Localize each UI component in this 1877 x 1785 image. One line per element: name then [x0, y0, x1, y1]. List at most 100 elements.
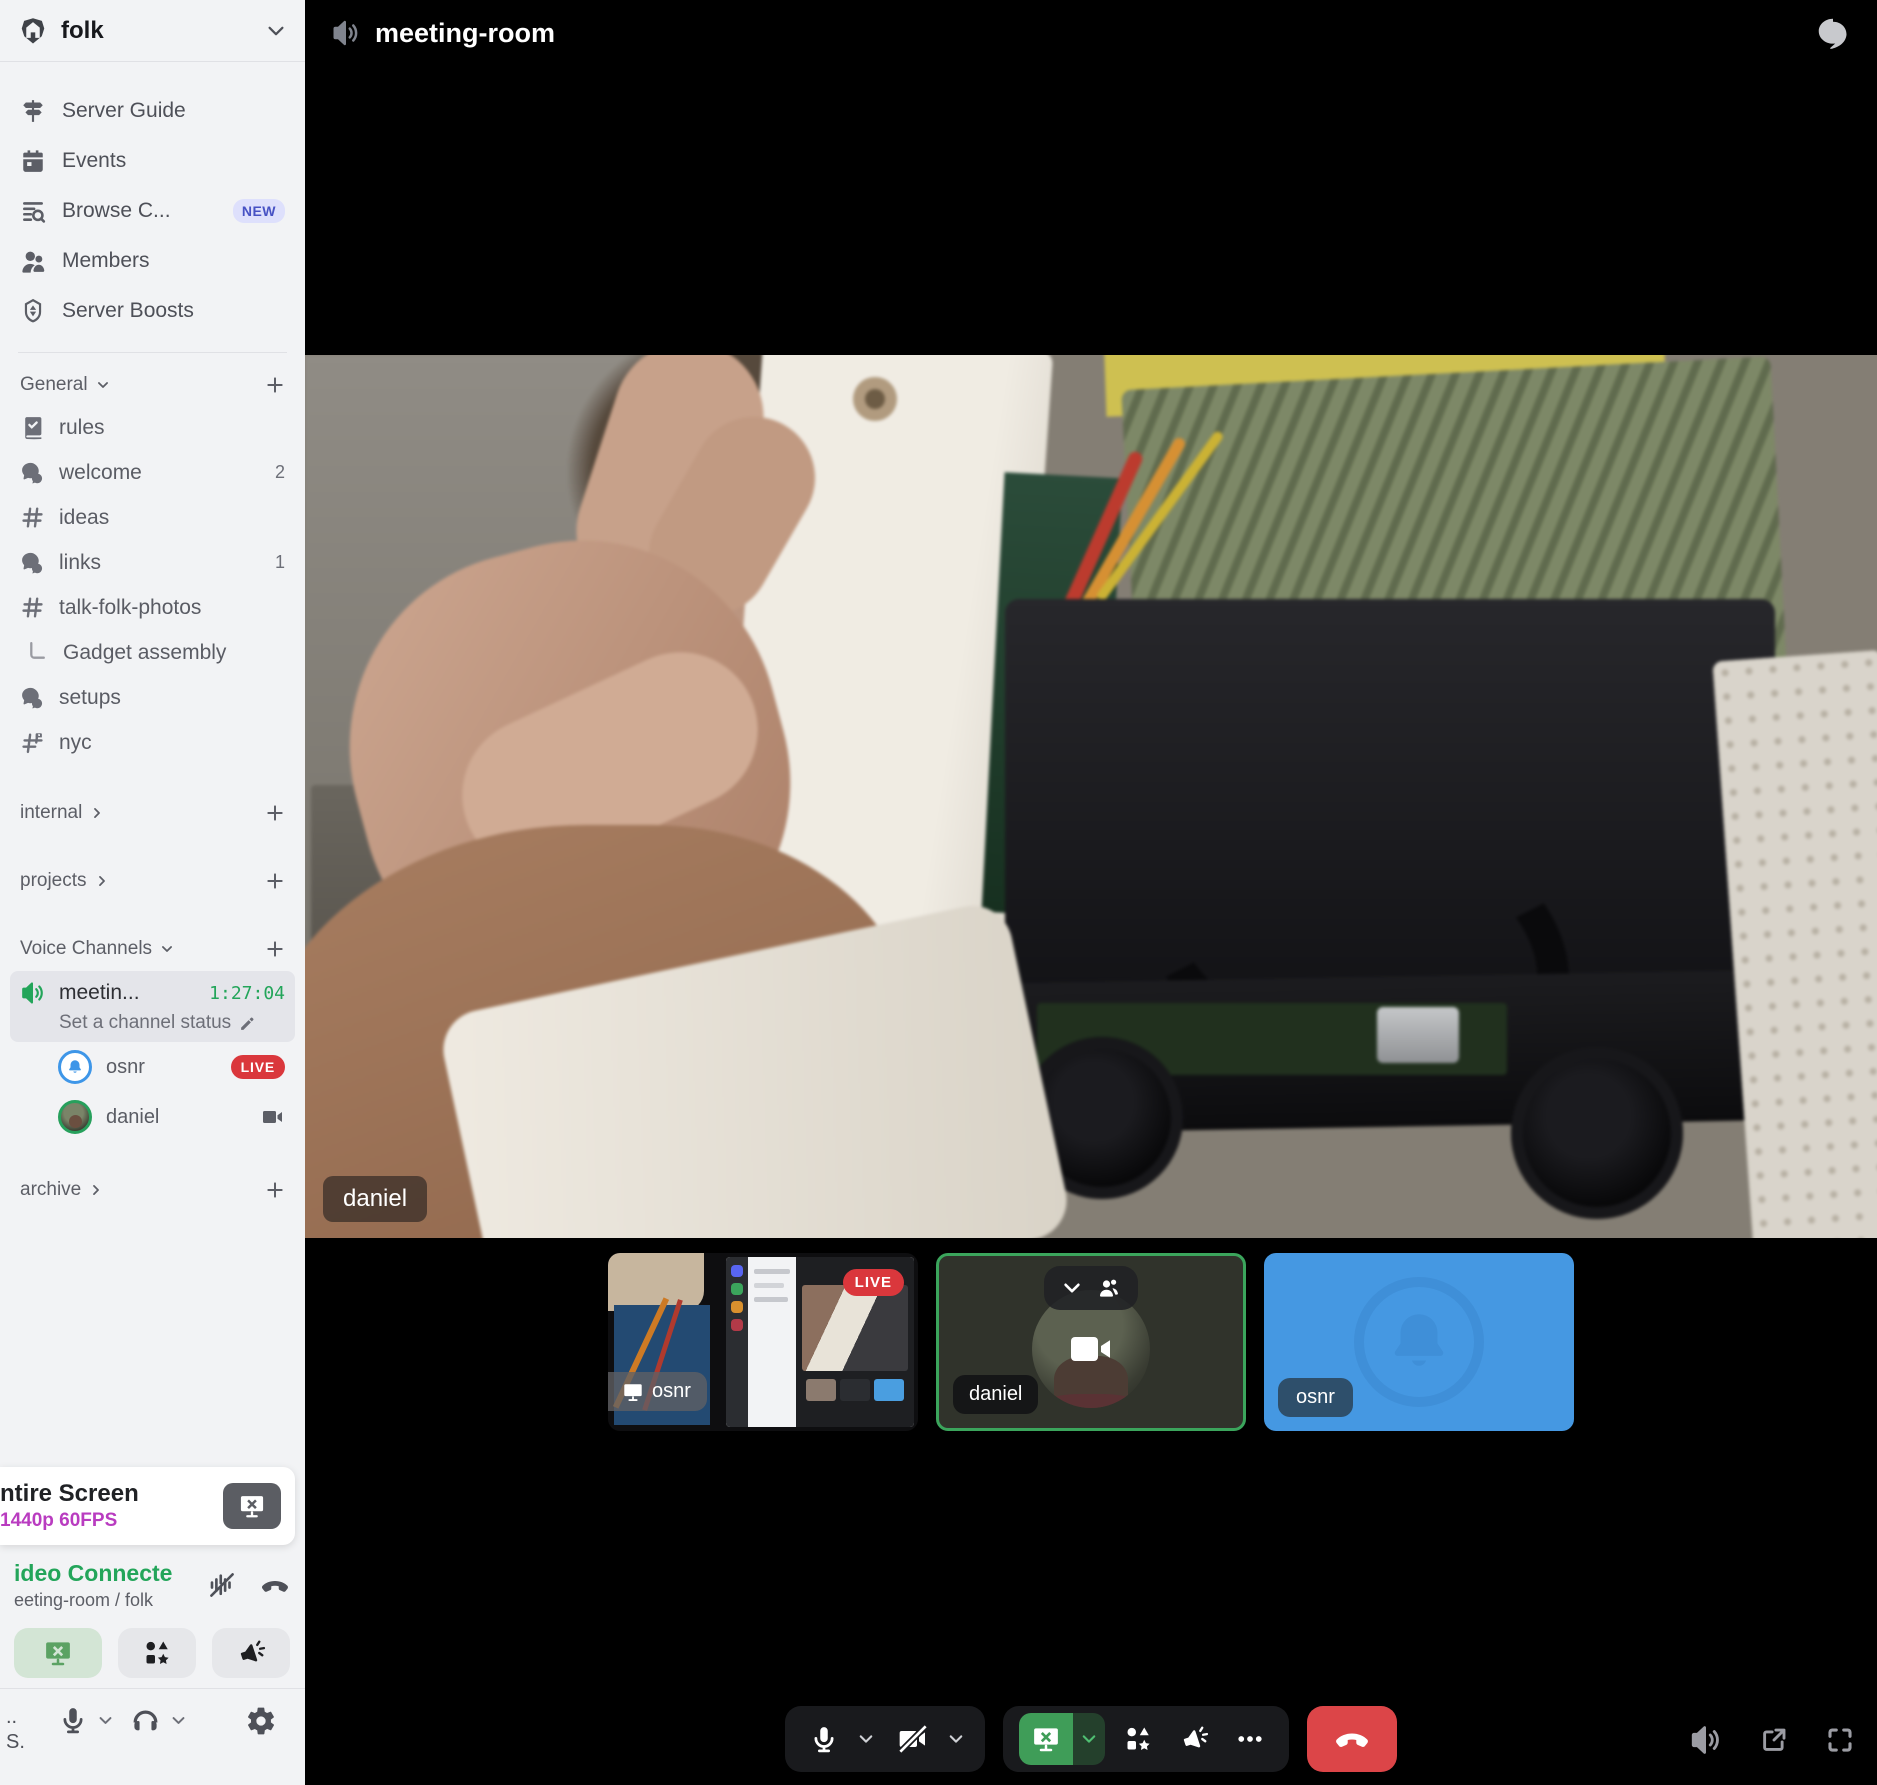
channel-name: nyc: [59, 731, 92, 755]
disconnect-phone-icon[interactable]: [259, 1569, 291, 1601]
participant-daniel[interactable]: daniel: [10, 1092, 295, 1142]
fullscreen-icon[interactable]: [1825, 1725, 1855, 1755]
section-header-general[interactable]: General: [10, 365, 295, 405]
main-video-daniel[interactable]: daniel: [305, 355, 1877, 1238]
channel-sidebar: folk Server Guide Events Browse C... NEW: [0, 0, 305, 1785]
divider: [18, 352, 287, 353]
avatar-detail: [1036, 1394, 1146, 1408]
voice-timer: 1:27:04: [209, 983, 285, 1004]
channel-count: 1: [275, 552, 285, 573]
tile-osnr-avatar[interactable]: osnr: [1264, 1253, 1574, 1431]
sidebar-item-members[interactable]: Members: [10, 236, 295, 286]
add-channel-icon[interactable]: [265, 939, 285, 959]
channel-links[interactable]: links 1: [10, 540, 295, 585]
sidebar-item-events[interactable]: Events: [10, 136, 295, 186]
voice-connection-status: ideo Connecte: [14, 1559, 172, 1589]
mute-control[interactable]: [58, 1705, 114, 1735]
add-channel-icon[interactable]: [265, 1180, 285, 1200]
voice-channel-meeting-room[interactable]: meetin... 1:27:04 Set a channel status: [10, 971, 295, 1042]
participant-osnr[interactable]: osnr LIVE: [10, 1042, 295, 1092]
tile-label: daniel: [953, 1375, 1038, 1414]
soundboard-button[interactable]: [212, 1628, 290, 1678]
stream-preview-card[interactable]: ntire Screen 1440p 60FPS: [0, 1467, 295, 1545]
camera-on-icon: [1067, 1325, 1115, 1373]
chevron-down-icon[interactable]: [1061, 1277, 1083, 1299]
chevron-down-icon[interactable]: [947, 1730, 969, 1748]
tile-osnr-screenshare[interactable]: LIVE osnr: [608, 1253, 918, 1431]
chevron-down-icon[interactable]: [857, 1730, 879, 1748]
nav-label: Server Boosts: [62, 299, 194, 323]
channel-rules[interactable]: rules: [10, 405, 295, 450]
tile-name: osnr: [652, 1380, 691, 1403]
add-channel-icon[interactable]: [265, 375, 285, 395]
user-name-truncated[interactable]: .. S.: [6, 1705, 52, 1755]
add-channel-icon[interactable]: [265, 871, 285, 891]
chevron-down-icon: [160, 942, 174, 956]
bell-watermark-icon: [1354, 1277, 1484, 1407]
tile-daniel[interactable]: daniel: [936, 1253, 1246, 1431]
nav-label: Server Guide: [62, 99, 186, 123]
headphones-icon: [130, 1705, 161, 1736]
section-header-archive[interactable]: archive: [10, 1170, 295, 1210]
sidebar-bottom-panels: ntire Screen 1440p 60FPS ideo Connecte e…: [0, 1467, 305, 1785]
sidebar-scroll[interactable]: Server Guide Events Browse C... NEW Memb…: [0, 62, 305, 1467]
section-header-voice-channels[interactable]: Voice Channels: [10, 929, 295, 969]
status-placeholder: Set a channel status: [59, 1012, 231, 1034]
noise-suppression-off-icon[interactable]: [207, 1570, 237, 1600]
screenshare-thumb-shape: [731, 1283, 743, 1295]
set-channel-status[interactable]: Set a channel status: [20, 1006, 285, 1034]
deafen-control[interactable]: [130, 1705, 187, 1736]
channel-welcome[interactable]: welcome 2: [10, 450, 295, 495]
popout-icon[interactable]: [1759, 1725, 1789, 1755]
section-label: archive: [20, 1179, 81, 1201]
tile-label: osnr: [608, 1372, 707, 1411]
screenshare-active-button[interactable]: [14, 1628, 102, 1678]
sidebar-item-server-guide[interactable]: Server Guide: [10, 86, 295, 136]
camera-off-button[interactable]: [889, 1723, 937, 1755]
section-header-internal[interactable]: internal: [10, 793, 295, 833]
channel-nyc[interactable]: nyc: [10, 720, 295, 765]
activities-button[interactable]: [118, 1628, 196, 1678]
hash-icon: [20, 595, 45, 620]
chat-icon[interactable]: [1815, 15, 1851, 51]
soundboard-button[interactable]: [1171, 1724, 1217, 1754]
section-label: Voice Channels: [20, 938, 152, 960]
rules-icon: [20, 415, 45, 440]
activities-button[interactable]: [1115, 1724, 1161, 1754]
hash-lock-icon: [20, 730, 45, 755]
sidebar-item-browse-channels[interactable]: Browse C... NEW: [10, 186, 295, 236]
av-controls-pill: [785, 1706, 985, 1772]
calendar-icon: [20, 148, 46, 174]
channel-ideas[interactable]: ideas: [10, 495, 295, 540]
thread-gadget-assembly[interactable]: Gadget assembly: [10, 630, 295, 675]
stream-quality: 1440p 60FPS: [0, 1509, 139, 1533]
screenshare-thumb-shape: [874, 1379, 904, 1401]
chevron-down-icon[interactable]: [1073, 1713, 1105, 1765]
nav-label: Browse C...: [62, 199, 171, 223]
more-options-icon[interactable]: [1227, 1724, 1273, 1754]
browse-channels-icon: [20, 198, 46, 224]
forum-icon: [20, 460, 45, 485]
avatar: [58, 1100, 92, 1134]
voice-channel-name: meetin...: [59, 981, 140, 1005]
channel-talk-folk-photos[interactable]: talk-folk-photos: [10, 585, 295, 630]
tile-options-pill[interactable]: [1044, 1266, 1138, 1310]
chevron-down-icon[interactable]: [97, 1712, 114, 1729]
disconnect-button[interactable]: [1307, 1706, 1397, 1772]
pencil-icon: [239, 1015, 256, 1032]
add-channel-icon[interactable]: [265, 803, 285, 823]
stop-streaming-button[interactable]: [223, 1483, 281, 1529]
nav-label: Members: [62, 249, 150, 273]
members-icon[interactable]: [1097, 1276, 1121, 1300]
screenshare-toggle[interactable]: [1019, 1713, 1105, 1765]
section-header-projects[interactable]: projects: [10, 861, 295, 901]
volume-icon[interactable]: [1689, 1723, 1723, 1757]
chevron-down-icon[interactable]: [170, 1712, 187, 1729]
sidebar-item-server-boosts[interactable]: Server Boosts: [10, 286, 295, 336]
gear-icon[interactable]: [245, 1705, 277, 1737]
screenshare-thumb-shape: [802, 1285, 908, 1371]
server-header[interactable]: folk: [0, 0, 305, 62]
microphone-button[interactable]: [801, 1724, 847, 1754]
signpost-icon: [20, 98, 46, 124]
channel-setups[interactable]: setups: [10, 675, 295, 720]
